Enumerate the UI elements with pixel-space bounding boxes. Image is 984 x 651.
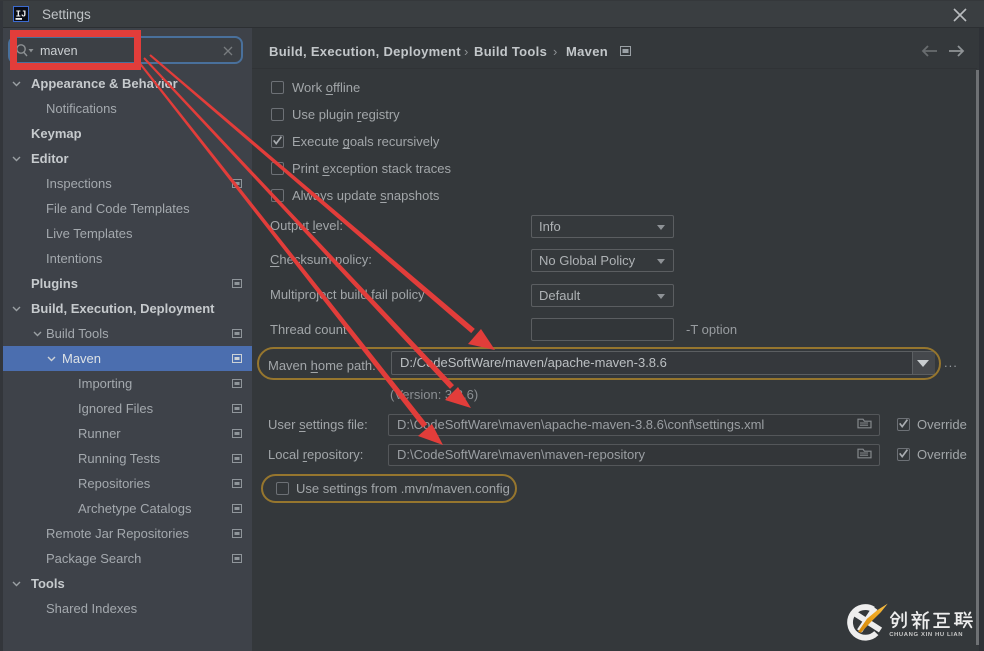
svg-text:CHUANG XIN HU LIAN: CHUANG XIN HU LIAN — [889, 632, 963, 638]
